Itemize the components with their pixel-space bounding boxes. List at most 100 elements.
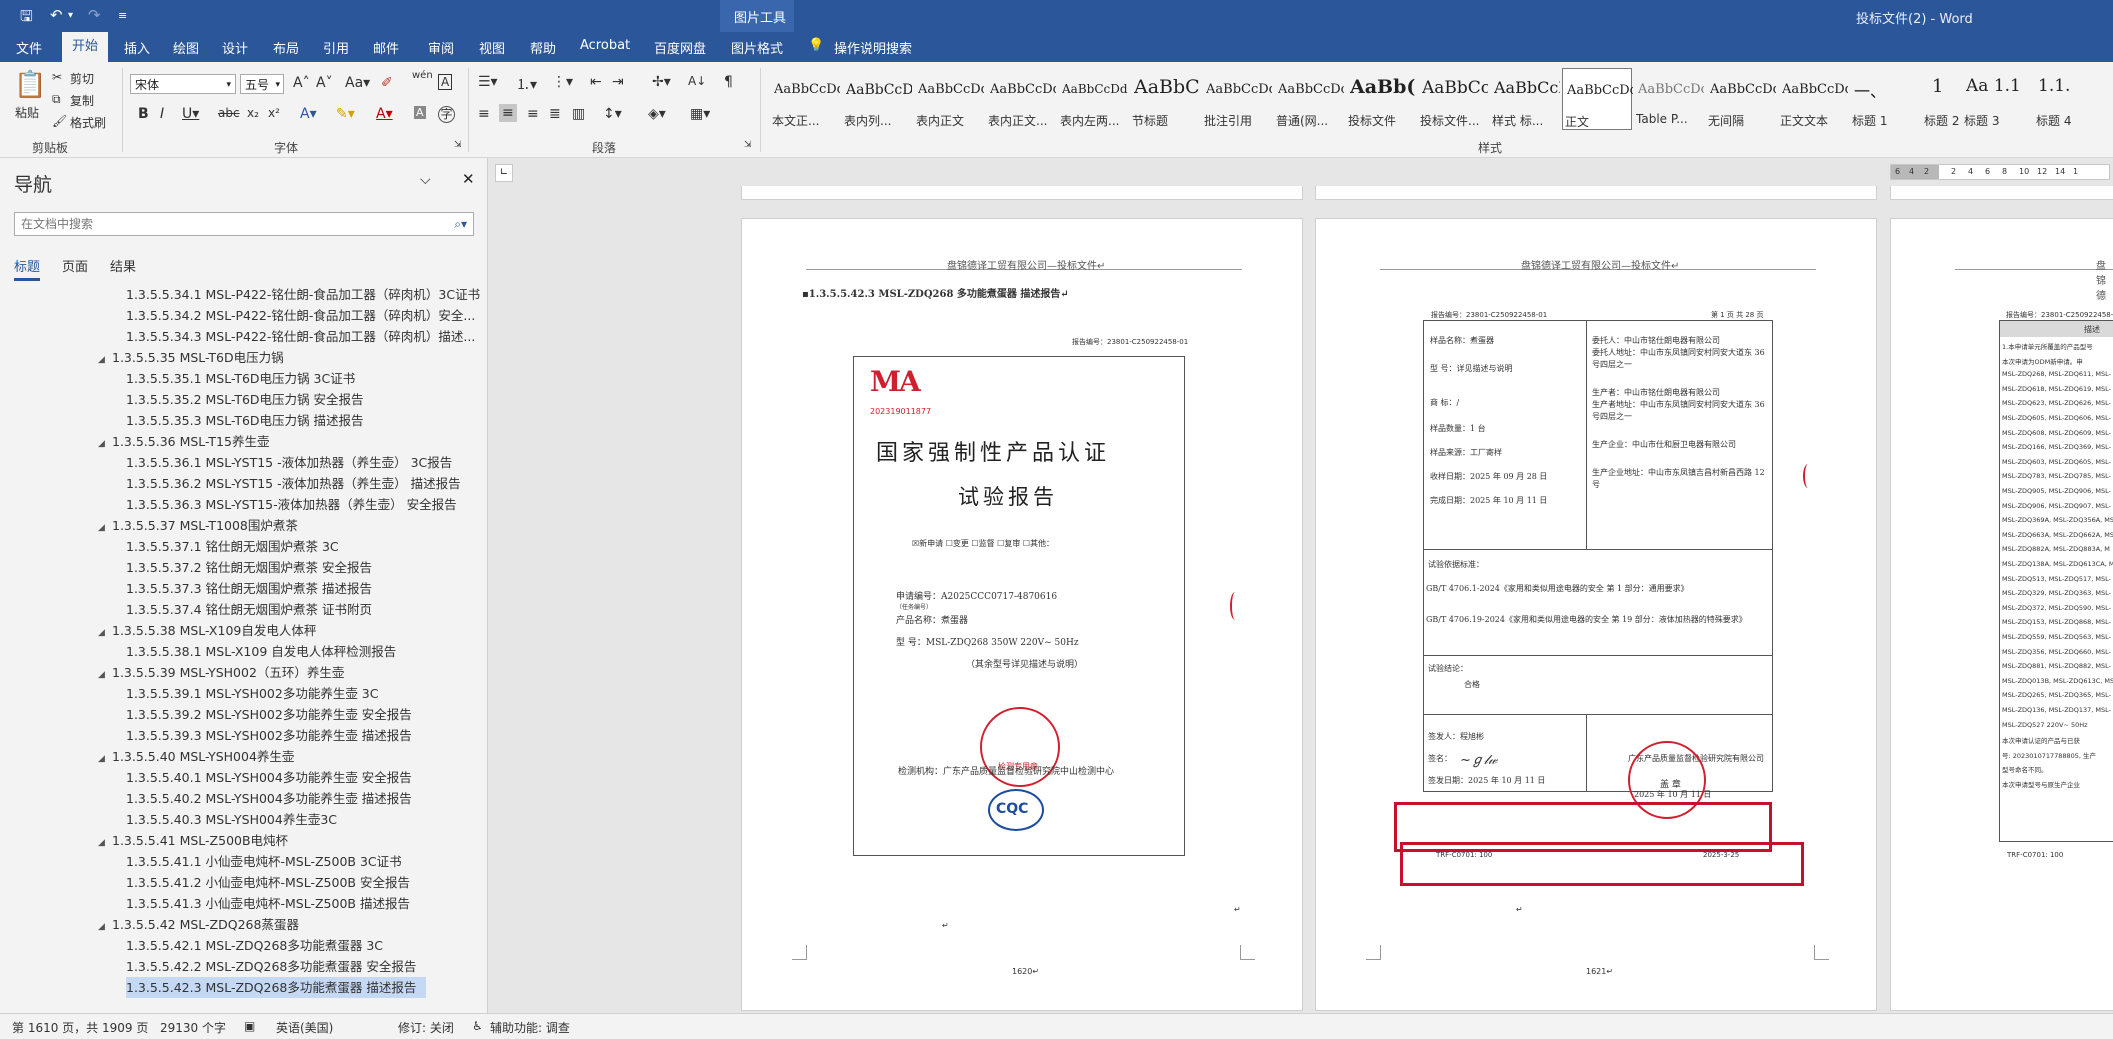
proofing-icon[interactable]: ▣ bbox=[244, 1019, 255, 1033]
font-color-icon[interactable]: A▾ bbox=[376, 106, 393, 122]
borders-icon[interactable]: ▦▾ bbox=[690, 106, 710, 122]
style-item[interactable]: Aa 1.1 标题 3 bbox=[1962, 68, 2022, 130]
nav-heading-item[interactable]: 1.3.5.5.41.3 小仙壶电炖杯-MSL-Z500B 描述报告 bbox=[126, 893, 410, 914]
nav-heading-item[interactable]: 1.3.5.5.37.2 铭仕朗无烟围炉煮茶 安全报告 bbox=[126, 557, 372, 578]
nav-heading-item[interactable]: 1.3.5.5.37.3 铭仕朗无烟围炉煮茶 描述报告 bbox=[126, 578, 372, 599]
tab-mailings[interactable]: 邮件 bbox=[373, 38, 399, 57]
multilevel-list-icon[interactable]: ⋮▾ bbox=[552, 74, 573, 90]
nav-heading-item[interactable]: ◢ 1.3.5.5.38 MSL-X109自发电人体秤 bbox=[98, 620, 316, 641]
collapse-triangle-icon[interactable]: ◢ bbox=[98, 518, 112, 539]
style-item[interactable]: AaBbCcDdI 本文正... bbox=[770, 68, 840, 130]
style-item[interactable]: 1.1. 标题 4 bbox=[2034, 68, 2094, 130]
nav-heading-item[interactable]: 1.3.5.5.40.2 MSL-YSH004多功能养生壶 描述报告 bbox=[126, 788, 412, 809]
nav-heading-item[interactable]: ◢ 1.3.5.5.36 MSL-T15养生壶 bbox=[98, 431, 269, 452]
nav-heading-item[interactable]: 1.3.5.5.42.1 MSL-ZDQ268多功能煮蛋器 3C bbox=[126, 935, 383, 956]
nav-heading-item[interactable]: ◢ 1.3.5.5.41 MSL-Z500B电炖杯 bbox=[98, 830, 288, 851]
highlight-icon[interactable]: ✎▾ bbox=[336, 106, 355, 122]
nav-heading-item[interactable]: 1.3.5.5.36.1 MSL-YST15 -液体加热器（养生壶） 3C报告 bbox=[126, 452, 452, 473]
save-icon[interactable]: 🖫 bbox=[20, 6, 33, 31]
tab-file[interactable]: 文件 bbox=[16, 38, 42, 57]
tab-insert[interactable]: 插入 bbox=[124, 38, 150, 57]
tab-review[interactable]: 审阅 bbox=[428, 38, 454, 57]
nav-search-input[interactable]: 在文档中搜索 ⌕▾ bbox=[14, 212, 474, 236]
format-painter-icon[interactable]: 🖌 bbox=[52, 114, 67, 128]
nav-heading-item[interactable]: 1.3.5.5.42.3 MSL-ZDQ268多功能煮蛋器 描述报告 bbox=[126, 977, 427, 998]
nav-heading-item[interactable]: 1.3.5.5.41.2 小仙壶电炖杯-MSL-Z500B 安全报告 bbox=[126, 872, 410, 893]
page-count[interactable]: 第 1610 页，共 1909 页 bbox=[12, 1019, 148, 1036]
nav-heading-item[interactable]: 1.3.5.5.34.2 MSL-P422-铭仕朗-食品加工器（碎肉机）安全..… bbox=[126, 305, 475, 326]
style-item[interactable]: 一、 标题 1 bbox=[1850, 68, 1920, 130]
style-item[interactable]: AaBbCcDdI 表内正文 bbox=[914, 68, 984, 130]
nav-heading-item[interactable]: 1.3.5.5.37.4 铭仕朗无烟围炉煮茶 证书附页 bbox=[126, 599, 372, 620]
nav-heading-item[interactable]: 1.3.5.5.39.1 MSL-YSH002多功能养生壶 3C bbox=[126, 683, 379, 704]
undo-dropdown-icon[interactable]: ▾ bbox=[68, 10, 73, 21]
nav-tab-headings[interactable]: 标题 bbox=[14, 256, 41, 281]
page-1620[interactable]: 盘锦德译工贸有限公司—投标文件↵ ▪1.3.5.5.42.3 MSL-ZDQ26… bbox=[741, 218, 1303, 1011]
nav-heading-item[interactable]: 1.3.5.5.42.2 MSL-ZDQ268多功能煮蛋器 安全报告 bbox=[126, 956, 416, 977]
tab-references[interactable]: 引用 bbox=[323, 38, 349, 57]
word-count[interactable]: 29130 个字 bbox=[160, 1019, 226, 1036]
justify-icon[interactable]: ≣ bbox=[549, 106, 561, 122]
decrease-indent-icon[interactable]: ⇤ bbox=[590, 74, 602, 90]
nav-heading-item[interactable]: 1.3.5.5.35.3 MSL-T6D电压力锅 描述报告 bbox=[126, 410, 364, 431]
increase-indent-icon[interactable]: ⇥ bbox=[612, 74, 624, 90]
format-painter-button[interactable]: 格式刷 bbox=[70, 114, 106, 131]
style-item[interactable]: AaBbC 节标题 bbox=[1130, 68, 1200, 130]
nav-heading-item[interactable]: 1.3.5.5.36.2 MSL-YST15 -液体加热器（养生壶） 描述报告 bbox=[126, 473, 461, 494]
collapse-triangle-icon[interactable]: ◢ bbox=[98, 623, 112, 644]
bullets-icon[interactable]: ☰▾ bbox=[478, 74, 498, 90]
style-item[interactable]: AaBbCcDd 正文文本 bbox=[1778, 68, 1848, 130]
font-name-box[interactable]: 宋体 ▾ bbox=[130, 74, 236, 94]
nav-heading-item[interactable]: ◢ 1.3.5.5.40 MSL-YSH004养生壶 bbox=[98, 746, 294, 767]
tab-design[interactable]: 设计 bbox=[222, 38, 248, 57]
tab-picture-format[interactable]: 图片格式 bbox=[731, 38, 783, 57]
copy-icon[interactable]: ⧉ bbox=[52, 92, 61, 107]
nav-tab-results[interactable]: 结果 bbox=[110, 256, 136, 275]
nav-heading-item[interactable]: ◢ 1.3.5.5.39 MSL-YSH002（五环）养生壶 bbox=[98, 662, 344, 683]
italic-icon[interactable]: I bbox=[160, 106, 164, 122]
customize-qat-icon[interactable]: ≡ bbox=[118, 9, 127, 22]
style-item[interactable]: AaBbCcDc 普通(网... bbox=[1274, 68, 1344, 130]
cut-button[interactable]: 剪切 bbox=[70, 70, 94, 87]
style-item[interactable]: AaBbCc 投标文件... bbox=[1418, 68, 1488, 130]
font-size-box[interactable]: 五号 ▾ bbox=[240, 74, 284, 94]
dialog-launcher-icon[interactable]: ⇲ bbox=[744, 140, 752, 150]
strikethrough-icon[interactable]: abc bbox=[218, 106, 240, 120]
collapse-triangle-icon[interactable]: ◢ bbox=[98, 350, 112, 371]
grow-font-icon[interactable]: A˄ bbox=[293, 75, 310, 91]
char-border-icon[interactable]: A bbox=[438, 74, 453, 90]
track-changes[interactable]: 修订: 关闭 bbox=[398, 1019, 454, 1036]
collapse-triangle-icon[interactable]: ◢ bbox=[98, 749, 112, 770]
clear-format-icon[interactable]: ✐ bbox=[381, 75, 393, 91]
numbering-icon[interactable]: ⒈▾ bbox=[516, 74, 537, 94]
superscript-icon[interactable]: x² bbox=[268, 106, 280, 120]
bold-icon[interactable]: B bbox=[138, 106, 149, 122]
copy-button[interactable]: 复制 bbox=[70, 92, 94, 109]
tab-home[interactable]: 开始 bbox=[62, 32, 109, 62]
style-item[interactable]: AaBbCcDdI 无间隔 bbox=[1706, 68, 1776, 130]
style-item[interactable]: AaBbCcDc Table P... bbox=[1634, 68, 1704, 130]
style-item[interactable]: AaBbCcD 表内列... bbox=[842, 68, 912, 130]
style-item[interactable]: AaBbCcDdEe 表内左两... bbox=[1058, 68, 1128, 130]
char-shading-icon[interactable]: A bbox=[414, 106, 426, 119]
change-case-icon[interactable]: Aa▾ bbox=[345, 75, 370, 91]
nav-heading-item[interactable]: 1.3.5.5.40.3 MSL-YSH004养生壶3C bbox=[126, 809, 337, 830]
ruler[interactable]: 6 4 2 2 4 6 8 10 12 14 1 bbox=[1890, 164, 2110, 180]
search-icon[interactable]: ⌕▾ bbox=[454, 213, 467, 235]
tab-selector-icon[interactable]: ∟ bbox=[495, 164, 513, 182]
accessibility-status[interactable]: 辅助功能: 调查 bbox=[490, 1019, 570, 1036]
nav-heading-item[interactable]: 1.3.5.5.40.1 MSL-YSH004多功能养生壶 安全报告 bbox=[126, 767, 412, 788]
nav-heading-item[interactable]: ◢ 1.3.5.5.37 MSL-T1008围炉煮茶 bbox=[98, 515, 298, 536]
collapse-triangle-icon[interactable]: ◢ bbox=[98, 434, 112, 455]
language[interactable]: 英语(美国) bbox=[276, 1019, 333, 1036]
pinyin-icon[interactable]: wén bbox=[412, 70, 433, 81]
align-center-icon[interactable]: ≡ bbox=[499, 104, 517, 122]
nav-heading-item[interactable]: 1.3.5.5.34.1 MSL-P422-铭仕朗-食品加工器（碎肉机）3C证书 bbox=[126, 284, 480, 305]
line-spacing-icon[interactable]: ↕▾ bbox=[603, 106, 622, 122]
shading-icon[interactable]: ◈▾ bbox=[648, 106, 666, 122]
show-marks-icon[interactable]: ¶ bbox=[724, 74, 733, 90]
collapse-triangle-icon[interactable]: ◢ bbox=[98, 917, 112, 938]
style-item-selected[interactable]: AaBbCcDdI 正文 bbox=[1562, 68, 1633, 130]
dialog-launcher-icon[interactable]: ⇲ bbox=[454, 140, 462, 150]
nav-heading-item[interactable]: 1.3.5.5.39.2 MSL-YSH002多功能养生壶 安全报告 bbox=[126, 704, 412, 725]
